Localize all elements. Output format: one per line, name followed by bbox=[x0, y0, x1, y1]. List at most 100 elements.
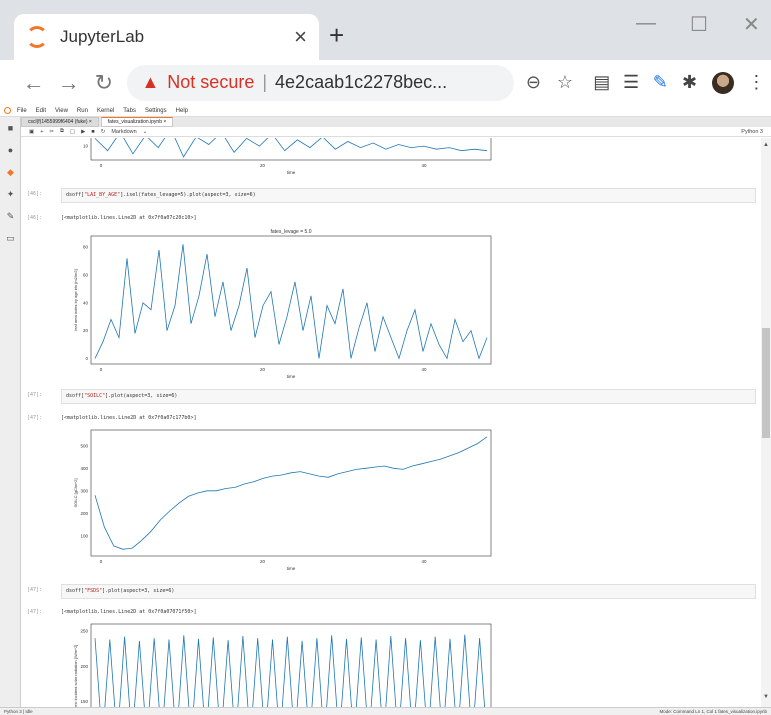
x-axis-label: time bbox=[287, 170, 296, 175]
save-icon[interactable]: ▣ bbox=[29, 129, 34, 135]
scroll-thumb[interactable] bbox=[762, 328, 770, 438]
separator: | bbox=[262, 72, 268, 92]
url-text[interactable]: 4e2caab1c2278bec... bbox=[275, 72, 447, 93]
doc-tab-terminal[interactable]: cscl(f)1455999f6404 (fuke) × bbox=[21, 117, 99, 127]
jupyter-menubar: File Edit View Run Kernel Tabs Settings … bbox=[0, 105, 771, 117]
plot-frame bbox=[90, 429, 492, 557]
series-line bbox=[94, 436, 488, 550]
scroll-down-icon[interactable]: ▼ bbox=[762, 694, 770, 700]
menu-edit[interactable]: Edit bbox=[36, 108, 46, 114]
run-icon[interactable]: ▶ bbox=[81, 129, 85, 135]
menu-help[interactable]: Help bbox=[176, 108, 188, 114]
menu-run[interactable]: Run bbox=[77, 108, 88, 114]
add-cell-icon[interactable]: + bbox=[40, 129, 43, 135]
paste-icon[interactable]: ▢ bbox=[70, 129, 75, 135]
code-cell[interactable]: dsoff["SOILC"].plot(aspect=3, size=6) bbox=[61, 389, 756, 404]
output-text: [<matplotlib.lines.Line2D at 0x7f0a07c20… bbox=[61, 215, 197, 221]
new-tab-button[interactable]: + bbox=[329, 20, 344, 51]
stop-icon[interactable]: ■ bbox=[91, 129, 94, 135]
code-cell[interactable]: dsoff["FSDS"].plot(aspect=3, size=6) bbox=[61, 584, 756, 599]
reload-icon[interactable]: ↻ bbox=[86, 70, 121, 96]
x-tick-label: 40 bbox=[421, 367, 427, 372]
x-tick-label: 40 bbox=[421, 559, 427, 564]
back-arrow-icon[interactable]: ← bbox=[16, 70, 51, 96]
browser-chrome: JupyterLab × + — ☐ ✕ ← → ↻ ▲ Not secure … bbox=[0, 0, 771, 105]
notebook-scrollbar[interactable]: ▲ ▼ bbox=[761, 138, 771, 707]
chevron-down-icon[interactable]: ⌄ bbox=[143, 129, 148, 135]
palette-icon[interactable]: ✦ bbox=[0, 183, 21, 205]
y-tick-label: 400 bbox=[80, 466, 88, 471]
forward-arrow-icon[interactable]: → bbox=[51, 70, 86, 96]
menu-view[interactable]: View bbox=[55, 108, 68, 114]
code-string: "SOILC" bbox=[84, 393, 106, 399]
avatar[interactable] bbox=[712, 71, 734, 94]
code-text: ].isel(fates_levage=5).plot(aspect=3, si… bbox=[120, 192, 256, 198]
menu-tabs[interactable]: Tabs bbox=[123, 108, 136, 114]
code-string: "FSDS" bbox=[84, 588, 103, 594]
status-bar: Python 3 | Idle Mode: Command Ln 1, Col … bbox=[0, 707, 771, 715]
menu-kernel[interactable]: Kernel bbox=[97, 108, 114, 114]
close-icon[interactable]: × bbox=[294, 24, 307, 50]
y-tick-label: 80 bbox=[83, 245, 89, 250]
output-prompt: [46]: bbox=[27, 215, 43, 221]
warning-icon: ▲ bbox=[141, 72, 160, 92]
running-icon[interactable]: ● bbox=[0, 139, 21, 161]
code-text: dsoff[ bbox=[66, 192, 85, 198]
notebook-area: time020402010 [46]: dsoff["LAI_BY_AGE"].… bbox=[21, 138, 761, 707]
y-tick-label: 0 bbox=[85, 356, 88, 361]
y-axis-label: leaf area index by age bin [m2/m2] bbox=[73, 269, 78, 330]
cell-type-select[interactable]: Markdown bbox=[111, 129, 136, 135]
input-prompt: [47]: bbox=[27, 587, 43, 593]
maximize-icon[interactable]: ☐ bbox=[690, 12, 708, 37]
y-tick-label: 60 bbox=[83, 272, 89, 277]
code-text: dsoff[ bbox=[66, 588, 85, 594]
document-icon[interactable]: ▤ bbox=[587, 72, 616, 93]
y-tick-label: 250 bbox=[80, 629, 88, 634]
more-vert-icon[interactable]: ⋮ bbox=[742, 72, 771, 93]
plot-lai: fates_levage = 5.0 time leaf area index by… bbox=[61, 226, 521, 391]
x-axis-label: time bbox=[287, 566, 296, 571]
folder-icon[interactable]: ■ bbox=[0, 117, 21, 139]
browser-tab[interactable]: JupyterLab × bbox=[14, 14, 319, 60]
chart-top: time020402010 bbox=[83, 138, 492, 175]
window-close-icon[interactable]: ✕ bbox=[743, 12, 760, 37]
minimize-icon[interactable]: — bbox=[636, 12, 656, 35]
scroll-up-icon[interactable]: ▲ bbox=[762, 142, 770, 148]
tabs-icon[interactable]: ▭ bbox=[0, 227, 21, 249]
chart-fsds: atmospheric incident solar radiation [W/… bbox=[73, 623, 492, 707]
x-tick-label: 20 bbox=[260, 163, 266, 168]
code-text: ].plot(aspect=3, size=6) bbox=[105, 393, 178, 399]
series-line bbox=[94, 634, 485, 707]
y-tick-label: 40 bbox=[83, 300, 89, 305]
x-tick-label: 0 bbox=[100, 559, 103, 564]
y-tick-label: 200 bbox=[80, 664, 88, 669]
tab-title: JupyterLab bbox=[60, 27, 145, 46]
git-icon[interactable]: ◆ bbox=[0, 161, 21, 183]
zoom-icon[interactable]: ⊖ bbox=[526, 72, 541, 93]
restart-icon[interactable]: ↻ bbox=[101, 129, 106, 135]
doc-tab-notebook[interactable]: fates_visualization.ipynb × bbox=[100, 117, 174, 127]
kernel-status[interactable]: Python 3 | Idle bbox=[4, 709, 33, 714]
cut-icon[interactable]: ✂ bbox=[49, 129, 54, 135]
star-icon[interactable]: ☆ bbox=[557, 72, 573, 93]
security-label[interactable]: Not secure bbox=[167, 72, 254, 93]
output-text: [<matplotlib.lines.Line2D at 0x7f0a07c17… bbox=[61, 415, 197, 421]
y-tick-label: 200 bbox=[80, 511, 88, 516]
code-text: ].plot(aspect=3, size=6) bbox=[102, 588, 175, 594]
y-tick-label: 300 bbox=[80, 488, 88, 493]
kernel-name[interactable]: Python 3 bbox=[741, 129, 763, 135]
list-icon[interactable]: ☰ bbox=[616, 72, 645, 93]
omnibox[interactable]: ▲ Not secure | 4e2caab1c2278bec... bbox=[127, 64, 514, 101]
jupyter-logo-icon bbox=[26, 26, 48, 48]
output-prompt: [47]: bbox=[27, 415, 43, 421]
code-cell[interactable]: dsoff["LAI_BY_AGE"].isel(fates_levage=5)… bbox=[61, 188, 756, 203]
output-prompt: [47]: bbox=[27, 609, 43, 615]
menu-settings[interactable]: Settings bbox=[145, 108, 167, 114]
y-tick-label: 10 bbox=[83, 144, 89, 149]
chart-title: fates_levage = 5.0 bbox=[270, 229, 311, 235]
menu-file[interactable]: File bbox=[17, 108, 27, 114]
wrench-icon[interactable]: ✎ bbox=[0, 205, 21, 227]
feather-icon[interactable]: ✎ bbox=[646, 72, 675, 93]
puzzle-icon[interactable]: ✱ bbox=[675, 72, 704, 93]
copy-icon[interactable]: ⧉ bbox=[60, 128, 64, 135]
